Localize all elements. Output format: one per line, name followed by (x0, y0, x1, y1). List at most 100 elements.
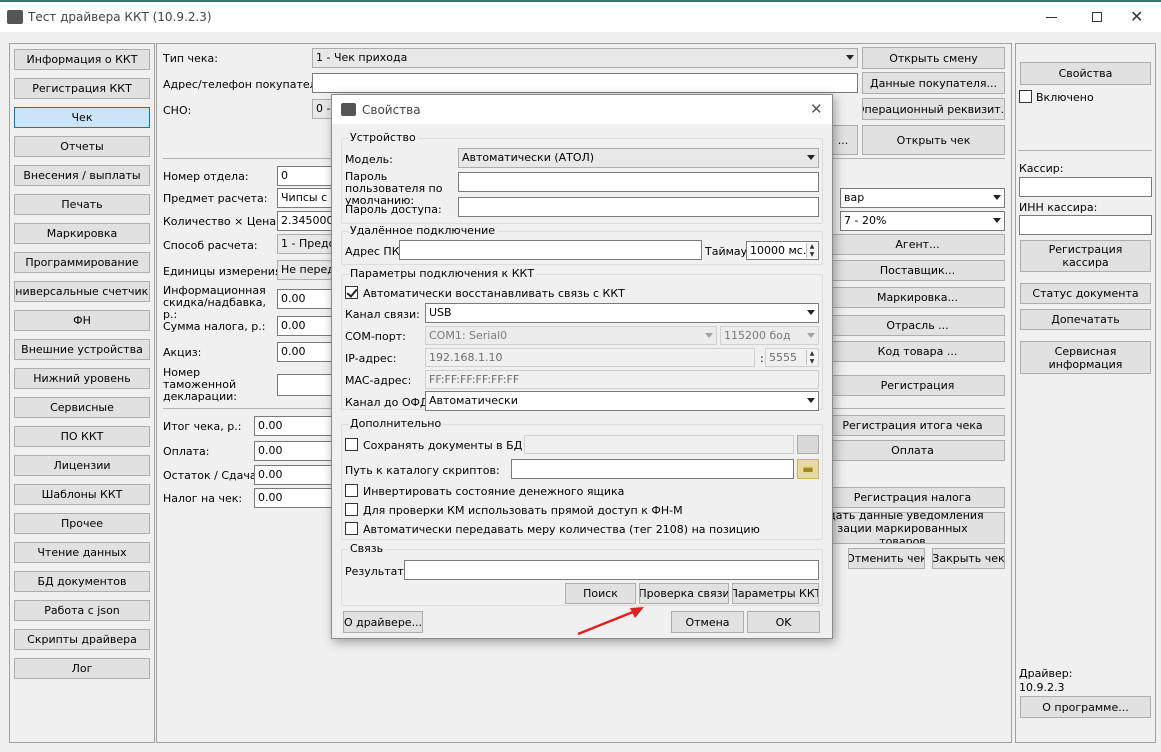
save-docs-path[interactable] (524, 435, 794, 454)
total-input[interactable]: 0.00 (254, 416, 334, 436)
discount-input[interactable]: 0.00 (277, 289, 333, 309)
timeout-spinner[interactable]: ▲ ▼ (806, 243, 817, 258)
enabled-checkbox[interactable] (1019, 90, 1032, 103)
nav-item-16[interactable]: Шаблоны ККТ (14, 484, 150, 505)
about-button[interactable]: О программе... (1020, 696, 1151, 718)
port-spinner[interactable]: ▲ ▼ (806, 350, 817, 365)
scripts-input[interactable] (511, 459, 794, 479)
send-notice-button[interactable]: едать данные уведомления зации маркирова… (820, 512, 1005, 544)
nav-item-8[interactable]: Программирование (14, 252, 150, 273)
save-docs-checkbox[interactable] (345, 438, 358, 451)
nav-item-4[interactable]: Отчеты (14, 136, 150, 157)
folder-icon[interactable]: ▬ (797, 459, 819, 479)
nav-item-9[interactable]: Универсальные счетчики (14, 281, 150, 302)
ofd-select[interactable]: Автоматически (425, 391, 819, 411)
conn-group-title: Параметры подключения к ККТ (348, 267, 537, 280)
timeout-input[interactable]: 10000 мс. ▲ ▼ (746, 241, 819, 260)
excise-input[interactable]: 0.00 (277, 342, 333, 362)
ip-input[interactable]: 192.168.1.10 (425, 348, 755, 367)
invert-drawer-checkbox[interactable] (345, 484, 358, 497)
nav-item-3[interactable]: Чек (14, 107, 150, 128)
agent-button[interactable]: Агент... (830, 234, 1005, 255)
access-pwd-input[interactable] (458, 197, 819, 217)
nav-item-11[interactable]: Внешние устройства (14, 339, 150, 360)
change-input[interactable]: 0.00 (254, 465, 334, 485)
auto-tag-checkbox[interactable] (345, 522, 358, 535)
customs-input[interactable] (277, 374, 333, 396)
close-icon[interactable]: ✕ (1130, 8, 1143, 26)
result-input[interactable] (404, 560, 819, 580)
open-receipt-button[interactable]: Открыть чек (862, 125, 1005, 155)
nav-item-19[interactable]: БД документов (14, 571, 150, 592)
nav-item-17[interactable]: Прочее (14, 513, 150, 534)
nav-item-10[interactable]: ФН (14, 310, 150, 331)
properties-button[interactable]: Свойства (1020, 62, 1151, 85)
nav-item-7[interactable]: Маркировка (14, 223, 150, 244)
port-input[interactable]: 5555 ▲ ▼ (765, 348, 819, 367)
doc-status-button[interactable]: Статус документа (1020, 283, 1151, 304)
registration-button[interactable]: Регистрация (830, 375, 1005, 396)
method-select[interactable]: 1 - Предоп (277, 234, 333, 254)
nav-item-2[interactable]: Регистрация ККТ (14, 78, 150, 99)
nav-item-13[interactable]: Сервисные (14, 397, 150, 418)
model-select[interactable]: Автоматически (АТОЛ) (458, 148, 819, 168)
minimize-icon[interactable] (1046, 17, 1057, 18)
about-driver-button[interactable]: О драйвере... (343, 611, 423, 633)
inn-input[interactable] (1019, 215, 1152, 235)
mac-input[interactable]: FF:FF:FF:FF:FF:FF (425, 370, 819, 389)
auto-restore-checkbox[interactable] (345, 286, 358, 299)
product-code-button[interactable]: Код товара ... (830, 341, 1005, 362)
channel-select[interactable]: USB (425, 303, 819, 323)
close-receipt-button[interactable]: Закрыть чек (932, 548, 1005, 569)
result-label: Результат: (345, 565, 408, 578)
save-docs-browse[interactable] (797, 435, 819, 454)
industry-button[interactable]: Отрасль ... (830, 315, 1005, 336)
com-select[interactable]: COM1: Serial0 (425, 326, 717, 345)
pc-addr-input[interactable] (399, 240, 702, 260)
subject-type-select[interactable]: вар (840, 188, 1005, 208)
auto-restore-label: Автоматически восстанавливать связь с КК… (363, 287, 625, 300)
user-pwd-input[interactable] (458, 172, 819, 192)
nav-item-18[interactable]: Чтение данных (14, 542, 150, 563)
nav-item-14[interactable]: ПО ККТ (14, 426, 150, 447)
nav-item-15[interactable]: Лицензии (14, 455, 150, 476)
nav-item-20[interactable]: Работа с json (14, 600, 150, 621)
nav-item-1[interactable]: Информация о ККТ (14, 49, 150, 70)
kkt-params-button[interactable]: Параметры ККТ (732, 583, 819, 604)
tax-sum-input[interactable]: 0.00 (277, 316, 333, 336)
reg-total-button[interactable]: Регистрация итога чека (820, 415, 1005, 436)
qty-input[interactable]: 2.345000 (277, 211, 333, 231)
km-direct-checkbox[interactable] (345, 503, 358, 516)
reg-tax-button[interactable]: Регистрация налога (820, 487, 1005, 508)
open-shift-button[interactable]: Открыть смену (862, 47, 1005, 69)
nav-item-21[interactable]: Скрипты драйвера (14, 629, 150, 650)
marking-button[interactable]: Маркировка... (830, 287, 1005, 308)
units-select[interactable]: Не переда (277, 260, 333, 280)
maximize-icon[interactable] (1092, 12, 1102, 22)
subject-select[interactable]: Чипсы с бе (277, 188, 333, 208)
dept-input[interactable]: 0 (277, 166, 333, 186)
cancel-receipt-button[interactable]: Отменить чек (848, 548, 925, 569)
nav-item-22[interactable]: Лог (14, 658, 150, 679)
reprint-button[interactable]: Допечатать (1020, 309, 1151, 330)
receipt-type-select[interactable]: 1 - Чек прихода (312, 48, 858, 68)
reg-cashier-button[interactable]: Регистрация кассира (1020, 240, 1151, 272)
nav-item-6[interactable]: Печать (14, 194, 150, 215)
nav-item-12[interactable]: Нижний уровень (14, 368, 150, 389)
op-requisite-button[interactable]: Операционный реквизит... (862, 98, 1005, 120)
nav-item-5[interactable]: Внесения / выплаты (14, 165, 150, 186)
dept-label: Номер отдела: (163, 170, 249, 183)
baud-select[interactable]: 115200 бод (720, 326, 819, 345)
cancel-button[interactable]: Отмена (671, 611, 744, 633)
cashier-input[interactable] (1019, 177, 1152, 197)
receipt-tax-input[interactable]: 0.00 (254, 488, 334, 508)
ok-button[interactable]: OK (747, 611, 820, 633)
dialog-close-icon[interactable]: ✕ (810, 100, 823, 118)
supplier-button[interactable]: Поставщик... (830, 260, 1005, 281)
payment-input[interactable]: 0.00 (254, 441, 334, 461)
service-info-button[interactable]: Сервисная информация (1020, 341, 1151, 374)
buyer-data-button[interactable]: Данные покупателя... (862, 72, 1005, 94)
buyer-input[interactable] (312, 73, 858, 93)
vat-select[interactable]: 7 - 20% (840, 211, 1005, 231)
pay-button[interactable]: Оплата (820, 440, 1005, 461)
